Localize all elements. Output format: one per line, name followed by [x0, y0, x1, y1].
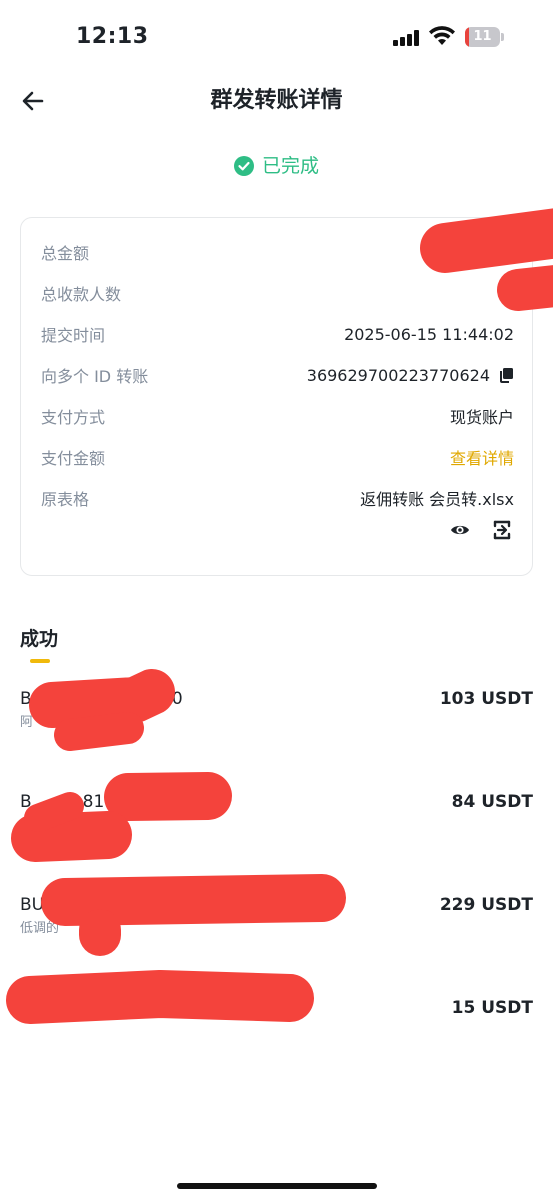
original-sheet-row: 原表格 返佣转账 会员转.xlsx: [41, 483, 514, 513]
view-details-link[interactable]: 查看详情: [450, 445, 514, 469]
recipient-id: B 12/ 20: [20, 689, 183, 709]
transfer-amount: 15 USDT: [451, 998, 533, 1018]
status-time: 12:13: [76, 24, 149, 49]
multi-id-value-group: 369629700223770624: [307, 366, 514, 385]
file-actions: [450, 520, 512, 540]
download-icon[interactable]: [492, 520, 512, 540]
submit-time-value: 2025-06-15 11:44:02: [344, 324, 514, 344]
recipient-nickname: 阿: [20, 715, 34, 730]
total-recipients-label: 总收款人数: [41, 285, 122, 304]
multi-id-row: 向多个 ID 转账 369629700223770624: [41, 360, 514, 390]
battery-icon: 11: [465, 27, 505, 47]
transfer-list-item[interactable]: BU 低调的 229 USDT: [20, 892, 533, 952]
cellular-signal-icon: [393, 30, 421, 46]
completion-status: 已完成: [0, 150, 553, 182]
total-recipients-row: 总收款人数: [41, 278, 514, 308]
submit-time-label: 提交时间: [41, 326, 106, 345]
payment-amount-row: 支付金额 查看详情: [41, 442, 514, 472]
payment-method-label: 支付方式: [41, 408, 106, 427]
transfer-details-card: 总金额 总收款人数 提交时间 2025-06-15 11:44:02 向多个 I…: [20, 217, 533, 576]
recipient-id: BU: [20, 895, 45, 915]
wifi-icon: [429, 26, 455, 45]
payment-method-row: 支付方式 现货账户: [41, 401, 514, 431]
transfer-list-item[interactable]: 15 USDT: [20, 995, 533, 1055]
home-indicator[interactable]: [177, 1183, 377, 1189]
status-bar: 12:13 11: [0, 0, 553, 76]
transfer-amount: 84 USDT: [451, 792, 533, 812]
total-amount-row: 总金额: [41, 237, 514, 267]
check-circle-icon: [233, 156, 254, 176]
multi-id-label: 向多个 ID 转账: [41, 367, 149, 386]
payment-amount-label: 支付金额: [41, 449, 106, 468]
submit-time-row: 提交时间 2025-06-15 11:44:02: [41, 319, 514, 349]
total-amount-label: 总金额: [41, 244, 90, 263]
recipient-id: B 81: [20, 792, 105, 812]
transfer-list-item[interactable]: B 81 84 USDT: [20, 789, 533, 849]
recipient-nickname: 低调的: [20, 921, 60, 936]
transfer-amount: 103 USDT: [439, 689, 533, 709]
payment-method-value: 现货账户: [449, 408, 514, 427]
transfer-amount: 229 USDT: [439, 895, 533, 915]
original-sheet-label: 原表格: [41, 490, 90, 509]
original-sheet-value: 返佣转账 会员转.xlsx: [360, 490, 514, 509]
eye-icon[interactable]: [450, 520, 470, 540]
tab-success[interactable]: 成功: [20, 624, 58, 654]
status-text: 已完成: [261, 155, 319, 177]
battery-level: 11: [473, 29, 492, 44]
multi-id-value: 369629700223770624: [306, 365, 490, 385]
page-title: 群发转账详情: [210, 88, 343, 113]
copy-icon[interactable]: [498, 367, 514, 383]
tab-active-indicator: [30, 659, 50, 663]
transfer-list-item[interactable]: B 12/ 20 阿 103 USDT: [20, 686, 533, 746]
